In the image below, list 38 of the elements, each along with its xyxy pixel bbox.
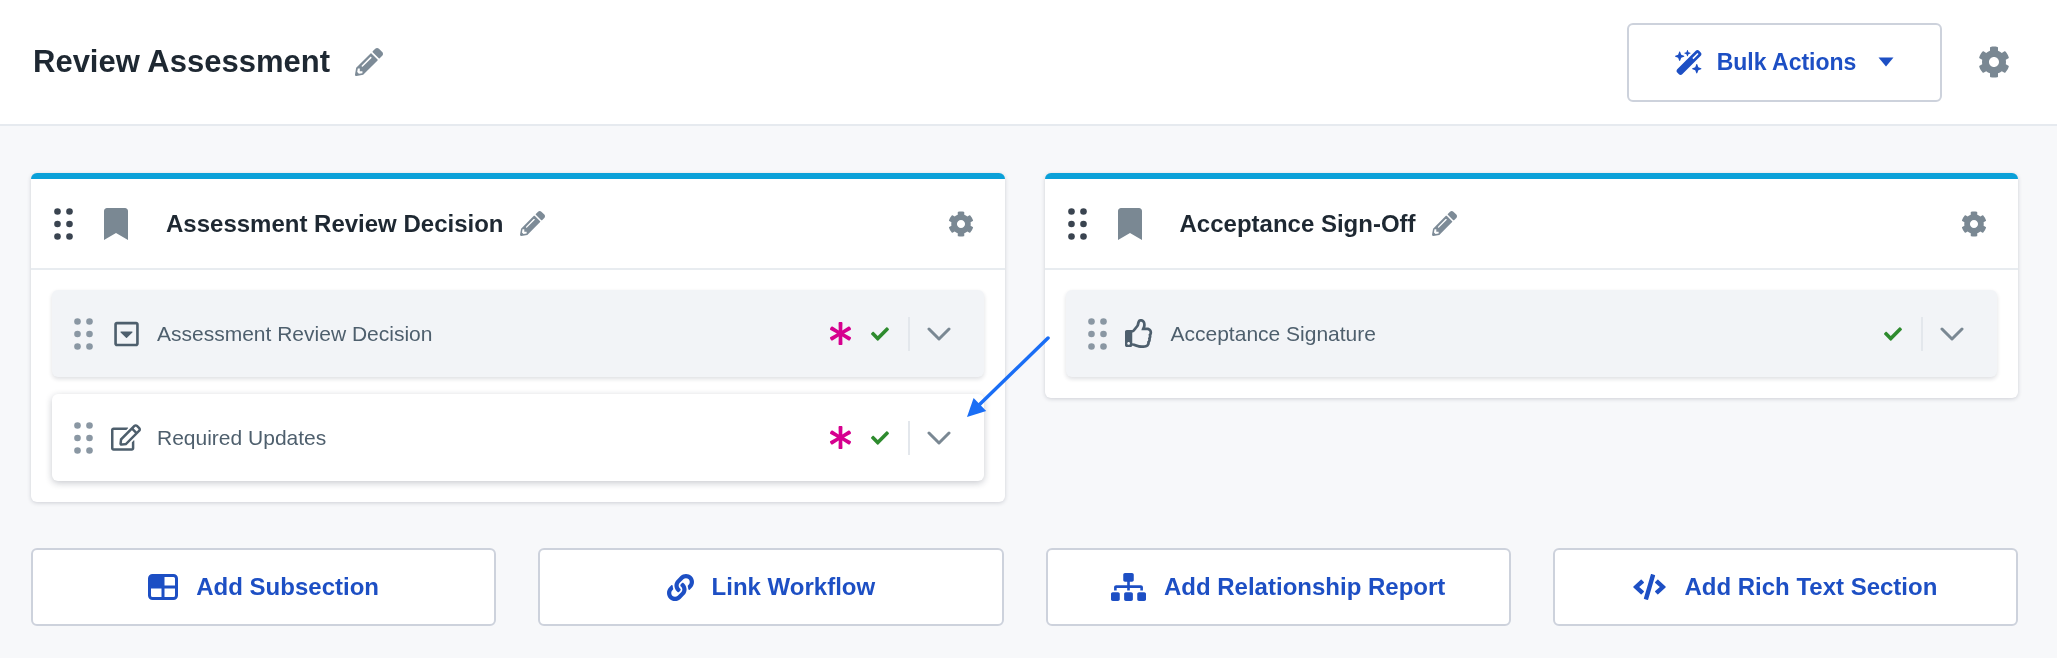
code-icon bbox=[1633, 574, 1667, 600]
chevron-down-icon[interactable] bbox=[926, 326, 951, 341]
page-title: Review Assessment bbox=[33, 44, 330, 80]
drag-handle-icon[interactable] bbox=[74, 421, 93, 454]
settings-icon[interactable] bbox=[1978, 46, 2010, 78]
thumbs-up-icon bbox=[1125, 319, 1154, 348]
caret-icon bbox=[1878, 57, 1895, 67]
field-row[interactable]: Acceptance Signature bbox=[1065, 290, 1997, 377]
field-row[interactable]: Required Updates bbox=[52, 394, 984, 481]
bulk-actions-button[interactable]: Bulk Actions bbox=[1627, 22, 1942, 102]
settings-icon[interactable] bbox=[1961, 210, 1987, 237]
pencil-icon[interactable] bbox=[519, 211, 545, 236]
chevron-down-icon[interactable] bbox=[926, 430, 951, 445]
field-row[interactable]: Assessment Review Decision bbox=[52, 290, 984, 377]
magic-wand-icon bbox=[1674, 49, 1703, 75]
section-title: Assessment Review Decision bbox=[166, 209, 504, 238]
settings-icon[interactable] bbox=[947, 210, 974, 237]
drag-handle-icon[interactable] bbox=[54, 207, 73, 240]
link-icon bbox=[666, 573, 694, 601]
add-action-button[interactable]: Link Workflow bbox=[538, 548, 1004, 626]
pencil-icon[interactable] bbox=[1431, 211, 1457, 236]
hierarchy-icon bbox=[1110, 573, 1146, 601]
pencil-icon[interactable] bbox=[354, 48, 383, 76]
chevron-down-icon[interactable] bbox=[1940, 326, 1964, 341]
drag-handle-icon[interactable] bbox=[74, 317, 93, 350]
add-action-button[interactable]: Add Subsection bbox=[31, 548, 497, 626]
add-action-button[interactable]: Add Rich Text Section bbox=[1552, 548, 2018, 626]
grid-icon bbox=[148, 574, 179, 600]
field-label: Required Updates bbox=[157, 425, 328, 450]
bookmark-icon bbox=[1117, 207, 1142, 240]
section-title: Acceptance Sign-Off bbox=[1179, 209, 1416, 238]
drag-handle-icon[interactable] bbox=[1087, 317, 1107, 350]
field-label: Acceptance Signature bbox=[1170, 321, 1377, 346]
dropdown-icon bbox=[113, 319, 139, 348]
add-action-button[interactable]: Add Relationship Report bbox=[1045, 548, 1511, 626]
field-label: Assessment Review Decision bbox=[157, 321, 434, 346]
bookmark-icon bbox=[104, 207, 128, 240]
drag-handle-icon[interactable] bbox=[1067, 207, 1087, 240]
